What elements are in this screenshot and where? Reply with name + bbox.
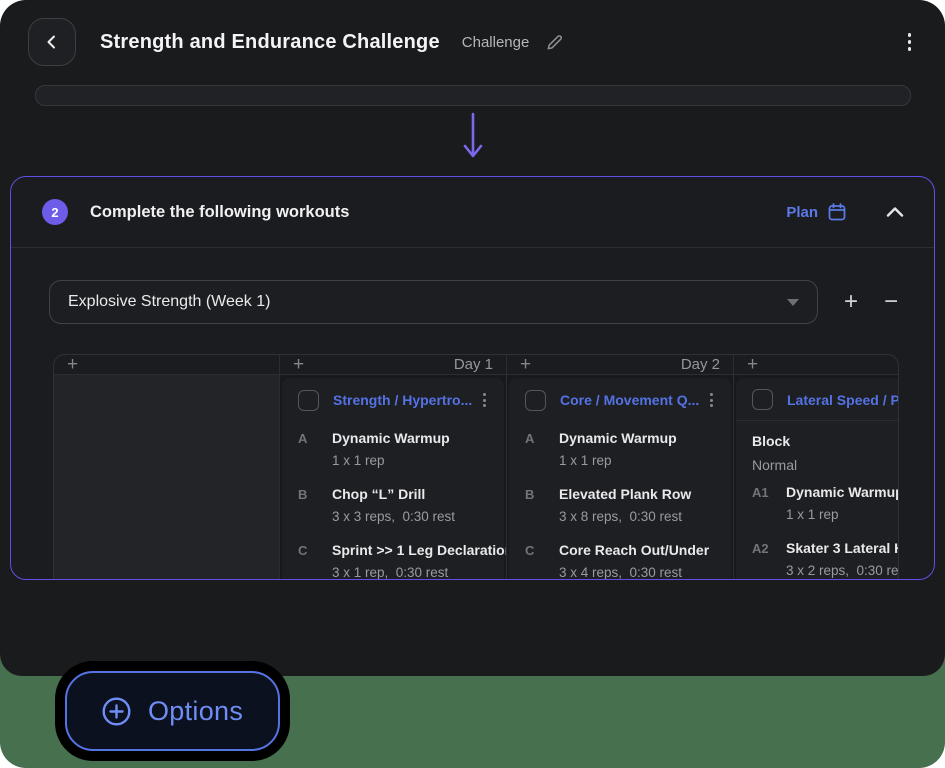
block-type: Normal — [752, 457, 898, 473]
workout-card-header: Strength / Hypertro... — [282, 378, 504, 421]
grid-header-cell-empty: + — [54, 355, 280, 374]
workout-card-header: Core / Movement Q... — [509, 378, 731, 421]
remove-workout-button[interactable]: − — [884, 290, 898, 314]
collapse-section-button[interactable] — [886, 206, 904, 218]
calendar-icon — [828, 203, 846, 221]
exercise-name: Dynamic Warmup — [786, 484, 898, 500]
workout-card-day3: Lateral Speed / Ply Block Normal A1 Dyna… — [736, 378, 898, 580]
exercise-label: A — [525, 430, 559, 468]
exercise-detail: 3 x 8 reps, 0:30 rest — [559, 509, 691, 524]
grid-body-cell-empty — [54, 375, 280, 580]
exercise-row[interactable]: B Chop “L” Drill 3 x 3 reps, 0:30 rest — [282, 477, 504, 533]
options-button[interactable]: Options — [65, 671, 280, 751]
exercise-name: Elevated Plank Row — [559, 486, 691, 502]
plan-label: Plan — [786, 204, 818, 221]
plus-circle-icon — [102, 697, 131, 726]
workout-card-day2: Core / Movement Q... A Dynamic Warmup 1 … — [509, 378, 731, 580]
challenge-type-label: Challenge — [462, 34, 530, 51]
add-workout-button[interactable]: + — [844, 290, 858, 314]
exercise-name: Chop “L” Drill — [332, 486, 455, 502]
exercise-row[interactable]: A2 Skater 3 Lateral Ho 3 x 2 reps, 0:30 … — [736, 531, 898, 580]
grid-header-cell-day2: + Day 2 — [507, 355, 734, 374]
add-workout-day2-icon[interactable]: + — [520, 355, 531, 374]
day1-label: Day 1 — [454, 356, 493, 373]
workout-card-header: Lateral Speed / Ply — [736, 378, 898, 421]
grid-header-cell-day3: + — [734, 355, 898, 374]
grid-body-cell-day2: Core / Movement Q... A Dynamic Warmup 1 … — [507, 375, 734, 580]
workout-card-day1: Strength / Hypertro... A Dynamic Warmup … — [282, 378, 504, 580]
exercise-label: A2 — [752, 540, 786, 578]
plan-link[interactable]: Plan — [786, 203, 846, 221]
step-title: Complete the following workouts — [90, 203, 349, 222]
exercise-detail: 1 x 1 rep — [786, 507, 898, 522]
exercise-row[interactable]: A Dynamic Warmup 1 x 1 rep — [509, 421, 731, 477]
exercise-name: Dynamic Warmup — [332, 430, 450, 446]
workout-checkbox[interactable] — [298, 390, 319, 411]
edit-title-icon[interactable] — [545, 33, 564, 52]
exercise-detail: 3 x 4 reps, 0:30 rest — [559, 565, 709, 580]
more-menu-button[interactable] — [902, 27, 918, 57]
exercise-label: A — [298, 430, 332, 468]
exercise-row[interactable]: C Sprint >> 1 Leg Declarations 3 x 1 rep… — [282, 533, 504, 580]
exercise-row[interactable]: B Elevated Plank Row 3 x 8 reps, 0:30 re… — [509, 477, 731, 533]
week-grid: + + Day 1 + Day 2 + — [53, 354, 899, 580]
chevron-up-icon — [886, 206, 904, 218]
workout-week-value: Explosive Strength (Week 1) — [68, 293, 270, 311]
select-caret-icon — [787, 299, 799, 306]
options-button-highlight-ring: Options — [55, 661, 290, 761]
exercise-name: Core Reach Out/Under — [559, 542, 709, 558]
exercise-row[interactable]: A1 Dynamic Warmup 1 x 1 rep — [736, 475, 898, 531]
exercise-name: Skater 3 Lateral Ho — [786, 540, 898, 556]
exercise-label: B — [525, 486, 559, 524]
workout-week-select[interactable]: Explosive Strength (Week 1) — [49, 280, 818, 324]
step-2-panel: 2 Complete the following workouts Plan — [10, 176, 935, 580]
page-title: Strength and Endurance Challenge — [100, 31, 440, 54]
app-header: Strength and Endurance Challenge Challen… — [0, 0, 945, 84]
workout-selector-row: Explosive Strength (Week 1) + − — [49, 280, 898, 324]
step-2-header[interactable]: 2 Complete the following workouts Plan — [11, 177, 934, 248]
exercise-name: Dynamic Warmup — [559, 430, 677, 446]
exercise-label: B — [298, 486, 332, 524]
exercise-detail: 3 x 3 reps, 0:30 rest — [332, 509, 455, 524]
add-workout-day1-icon[interactable]: + — [293, 355, 304, 374]
workout-title[interactable]: Strength / Hypertro... — [333, 392, 472, 408]
workout-title[interactable]: Core / Movement Q... — [560, 392, 699, 408]
flow-arrow-down-icon — [460, 112, 486, 160]
grid-body-cell-day1: Strength / Hypertro... A Dynamic Warmup … — [280, 375, 507, 580]
exercise-label: C — [525, 542, 559, 580]
previous-step-card[interactable] — [35, 85, 911, 106]
exercise-detail: 1 x 1 rep — [559, 453, 677, 468]
exercise-row[interactable]: A Dynamic Warmup 1 x 1 rep — [282, 421, 504, 477]
exercise-name: Sprint >> 1 Leg Declarations — [332, 542, 507, 558]
step-2-body: Explosive Strength (Week 1) + − + + — [11, 248, 934, 580]
chevron-left-icon — [44, 34, 60, 50]
exercise-label: C — [298, 542, 332, 580]
add-day-icon[interactable]: + — [67, 355, 78, 374]
block-section: Block Normal — [736, 421, 898, 475]
workout-title[interactable]: Lateral Speed / Ply — [787, 392, 898, 408]
week-grid-body: Strength / Hypertro... A Dynamic Warmup … — [54, 375, 898, 580]
block-label: Block — [752, 433, 898, 449]
workout-checkbox[interactable] — [525, 390, 546, 411]
exercise-detail: 1 x 1 rep — [332, 453, 450, 468]
week-grid-header: + + Day 1 + Day 2 + — [54, 355, 898, 375]
workout-menu-icon[interactable] — [706, 389, 717, 411]
exercise-detail: 3 x 1 rep, 0:30 rest — [332, 565, 507, 580]
exercise-label: A1 — [752, 484, 786, 522]
step-number-badge: 2 — [42, 199, 68, 225]
exercise-detail: 3 x 2 reps, 0:30 rest — [786, 563, 898, 578]
options-label: Options — [148, 696, 243, 727]
exercise-row[interactable]: C Core Reach Out/Under 3 x 4 reps, 0:30 … — [509, 533, 731, 580]
day2-label: Day 2 — [681, 356, 720, 373]
workout-checkbox[interactable] — [752, 389, 773, 410]
grid-body-cell-day3: Lateral Speed / Ply Block Normal A1 Dyna… — [734, 375, 898, 580]
screenshot-canvas: Strength and Endurance Challenge Challen… — [0, 0, 945, 768]
kebab-icon — [908, 33, 912, 37]
workout-menu-icon[interactable] — [479, 389, 490, 411]
app-window: Strength and Endurance Challenge Challen… — [0, 0, 945, 676]
grid-header-cell-day1: + Day 1 — [280, 355, 507, 374]
add-workout-day3-icon[interactable]: + — [747, 355, 758, 374]
back-button[interactable] — [28, 18, 76, 66]
